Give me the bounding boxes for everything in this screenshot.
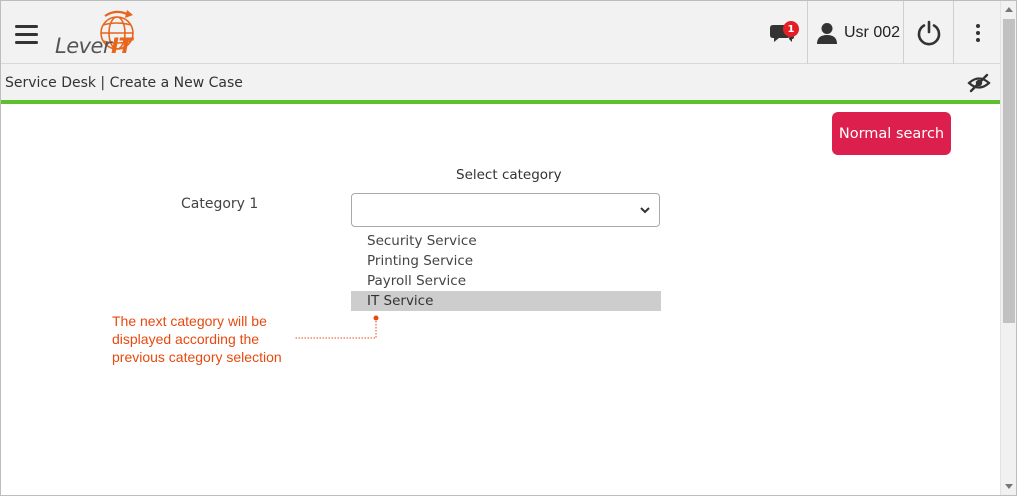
accent-divider — [1, 100, 1000, 104]
more-options-button[interactable] — [955, 1, 1000, 64]
user-menu[interactable]: Usr 002 — [809, 1, 903, 64]
eye-slash-icon[interactable] — [967, 73, 991, 97]
user-name: Usr 002 — [844, 23, 901, 41]
more-vertical-icon — [975, 23, 980, 42]
breadcrumb: Service Desk | Create a New Case — [5, 75, 243, 91]
menu-icon[interactable] — [15, 25, 39, 45]
vertical-scrollbar[interactable] — [1000, 1, 1016, 495]
option-security-service[interactable]: Security Service — [351, 231, 661, 251]
category-options-list: Security Service Printing Service Payrol… — [351, 231, 661, 311]
breadcrumb-bar: Service Desk | Create a New Case — [1, 64, 1000, 100]
divider — [903, 1, 904, 64]
notification-badge: 1 — [783, 21, 799, 37]
annotation-line-2: displayed according the — [112, 331, 260, 347]
option-it-service[interactable]: IT Service — [351, 291, 661, 311]
top-bar: LeverIT 1 Usr 002 — [1, 1, 1000, 64]
scroll-up-icon[interactable] — [1005, 7, 1013, 12]
chevron-down-icon — [640, 207, 650, 214]
scroll-thumb[interactable] — [1003, 19, 1015, 323]
user-icon — [817, 22, 837, 44]
category-1-select[interactable] — [351, 193, 660, 227]
logout-button[interactable] — [905, 1, 952, 64]
power-icon — [917, 20, 940, 45]
annotation-line-1: The next category will be — [112, 313, 267, 329]
annotation-line-3: previous category selection — [112, 349, 282, 365]
scroll-down-icon[interactable] — [1005, 484, 1013, 489]
logo[interactable]: LeverIT — [53, 9, 143, 59]
annotation-note: The next category will be displayed acco… — [112, 312, 312, 366]
category-1-label: Category 1 — [181, 196, 259, 212]
app-window: LeverIT 1 Usr 002 Service Desk | Create … — [0, 0, 1017, 496]
logo-text: LeverIT — [55, 34, 133, 58]
normal-search-button[interactable]: Normal search — [832, 112, 951, 155]
chat-button[interactable]: 1 — [757, 1, 807, 64]
divider — [807, 1, 808, 64]
option-printing-service[interactable]: Printing Service — [351, 251, 661, 271]
divider — [953, 1, 954, 64]
select-category-heading: Select category — [456, 167, 562, 183]
option-payroll-service[interactable]: Payroll Service — [351, 271, 661, 291]
